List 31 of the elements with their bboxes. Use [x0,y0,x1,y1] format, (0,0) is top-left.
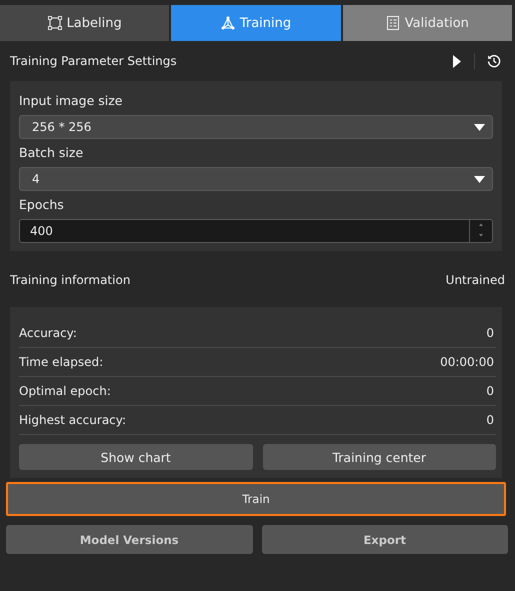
status-text: Untrained [446,273,505,287]
panel-button[interactable]: Show chart [19,444,252,470]
play-icon[interactable] [452,54,462,68]
info-label: Accuracy: [19,326,77,340]
bounding-box-icon [48,16,62,30]
field-label: Epochs [19,196,65,214]
tab[interactable]: Training [171,5,341,41]
spin-box[interactable]: 400 [19,219,493,243]
dropdown[interactable]: 4 [19,167,493,191]
network-icon [220,16,235,30]
action-button[interactable]: Model Versions [6,525,252,554]
info-value: 0 [486,384,495,398]
history-icon[interactable] [487,54,501,68]
train-button[interactable]: Train [6,482,506,516]
info-label: Time elapsed: [19,355,104,369]
field-label: Input image size [19,92,124,110]
info-label: Highest accuracy: [19,413,126,427]
info-value: 0 [486,326,495,340]
caret-icon [474,176,485,182]
section-title: Training information [10,273,130,287]
panel-button[interactable]: Training center [262,444,496,470]
field-label: Batch size [19,144,84,162]
caret-icon [474,124,485,130]
info-value: 0 [486,413,495,427]
info-value: 00:00:00 [440,355,495,369]
action-button[interactable]: Export [262,525,508,554]
checklist-icon [386,16,400,30]
info-label: Optimal epoch: [19,384,111,398]
tab[interactable]: Labeling [0,5,170,41]
section-title: Training Parameter Settings [10,54,177,68]
dropdown[interactable]: 256 * 256 [19,115,493,139]
